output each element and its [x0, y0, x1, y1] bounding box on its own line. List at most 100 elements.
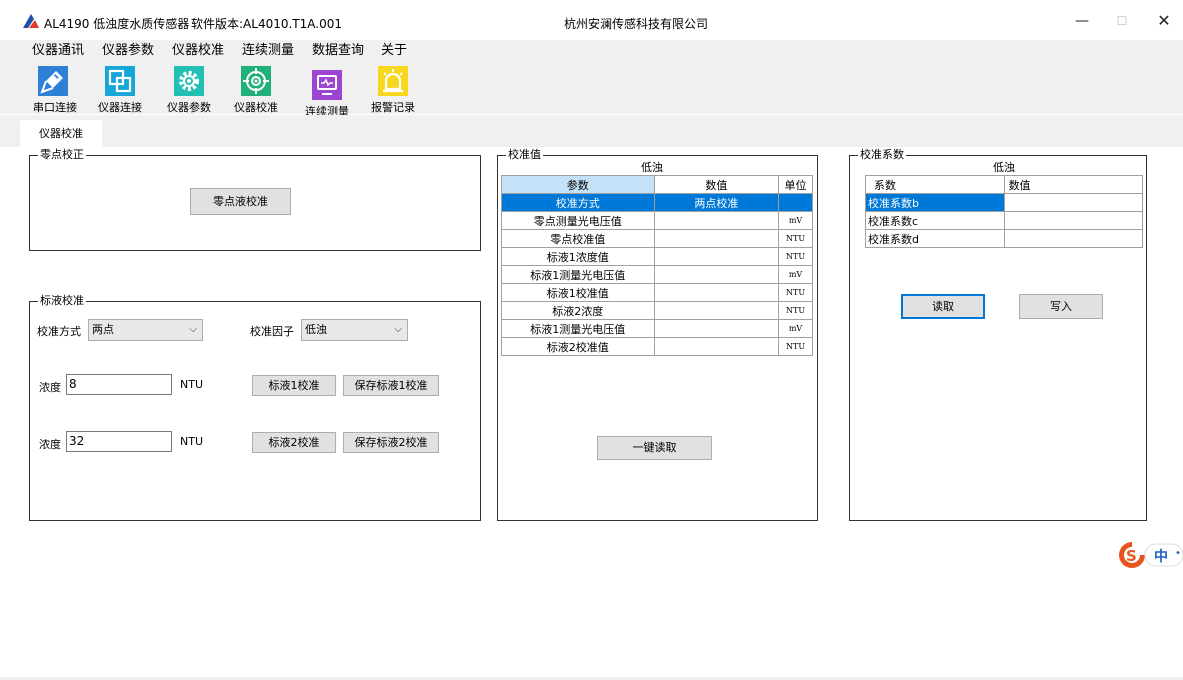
unit-cell: NTU [778, 283, 813, 302]
column-header-value[interactable]: 数值 [1003, 175, 1144, 194]
zero-calibration-title: 零点校正 [38, 148, 86, 162]
column-header-unit[interactable]: 单位 [778, 175, 813, 194]
concentration1-unit: NTU [180, 378, 203, 391]
sogou-logo-icon: S [1119, 542, 1183, 568]
tab-instrument-calibration[interactable]: 仪器校准 [20, 120, 102, 147]
write-coefficients-button[interactable]: 写入 [1019, 294, 1103, 319]
save-standard1-calibration-button[interactable]: 保存标液1校准 [343, 375, 439, 396]
value-cell [653, 319, 780, 338]
table-row[interactable]: 校准系数d [865, 229, 1144, 248]
table-header-row: 系数 数值 [865, 175, 1144, 194]
zero-solution-calibrate-button[interactable]: 零点液校准 [190, 188, 291, 215]
column-header-value[interactable]: 数值 [653, 175, 780, 194]
standard-calibration-title: 标液校准 [38, 294, 86, 308]
tool-alarm-records[interactable]: 报警记录 [370, 66, 416, 114]
plug-icon [38, 66, 68, 96]
param-cell: 校准方式 [501, 193, 655, 212]
concentration1-input[interactable]: 8 [66, 374, 172, 395]
column-header-coefficient[interactable]: 系数 [865, 175, 1005, 194]
standard2-calibrate-button[interactable]: 标液2校准 [252, 432, 336, 453]
coefficient-name-cell: 校准系数d [865, 229, 1005, 248]
tab-bar: 仪器校准 [0, 115, 1183, 147]
table-row[interactable]: 标液2校准值 NTU [501, 337, 813, 356]
param-cell: 标液2浓度 [501, 301, 655, 320]
table-row[interactable]: 标液1校准值 NTU [501, 283, 813, 302]
save-standard2-calibration-button[interactable]: 保存标液2校准 [343, 432, 439, 453]
chevron-down-icon: ⌵ [189, 324, 197, 335]
table-row[interactable]: 校准系数c [865, 211, 1144, 230]
minimize-button[interactable]: — [1067, 8, 1097, 34]
menu-continuous-measure[interactable]: 连续测量 [242, 42, 294, 60]
unit-cell: mV [778, 265, 813, 284]
param-cell: 标液1浓度值 [501, 247, 655, 266]
menu-data-query[interactable]: 数据查询 [312, 42, 364, 60]
param-cell: 标液1测量光电压值 [501, 265, 655, 284]
tool-device-calibration-label: 仪器校准 [234, 101, 278, 114]
tool-device-params-label: 仪器参数 [167, 101, 211, 114]
calibration-method-label: 校准方式 [37, 325, 81, 338]
value-cell [653, 283, 780, 302]
concentration1-label: 浓度 [39, 381, 61, 394]
coefficient-value-cell[interactable] [1003, 229, 1144, 248]
tool-device-connect-label: 仪器连接 [98, 101, 142, 114]
value-cell [653, 301, 780, 320]
unit-cell: NTU [778, 337, 813, 356]
coefficient-value-cell[interactable] [1003, 211, 1144, 230]
value-cell [653, 247, 780, 266]
table-row[interactable]: 零点测量光电压值 mV [501, 211, 813, 230]
maximize-button[interactable]: ☐ [1107, 8, 1137, 34]
menu-instrument-params[interactable]: 仪器参数 [102, 42, 154, 60]
calibration-method-select[interactable]: 两点 ⌵ [88, 319, 203, 341]
coefficient-name-cell: 校准系数b [865, 193, 1005, 212]
device-link-icon [105, 66, 135, 96]
table-row[interactable]: 标液1测量光电压值 mV [501, 265, 813, 284]
menu-bar: 仪器通讯 仪器参数 仪器校准 连续测量 数据查询 关于 [0, 40, 1183, 62]
chevron-down-icon: ⌵ [394, 324, 402, 335]
menu-instrument-comm[interactable]: 仪器通讯 [32, 42, 84, 60]
calibration-coefficients-table[interactable]: 系数 数值 校准系数b 校准系数c 校准系数d [865, 175, 1144, 248]
column-header-param[interactable]: 参数 [501, 175, 655, 194]
unit-cell [778, 193, 813, 212]
calibration-factor-select[interactable]: 低浊 ⌵ [301, 319, 408, 341]
tool-device-params[interactable]: 仪器参数 [166, 66, 212, 114]
calibration-values-table[interactable]: 参数 数值 单位 校准方式 两点校准 零点测量光电压值 mV 零点校准值 NTU… [501, 175, 813, 356]
table-row[interactable]: 校准方式 两点校准 [501, 193, 813, 212]
ime-mode-icon: • [1175, 548, 1181, 559]
calibration-factor-value: 低浊 [305, 323, 327, 336]
alarm-icon [378, 66, 408, 96]
zero-calibration-group: 零点校正 零点液校准 [29, 148, 481, 251]
value-cell [653, 337, 780, 356]
title-bar: AL4190 低浊度水质传感器 软件版本:AL4010.T1A.001 杭州安澜… [0, 0, 1183, 40]
tool-device-calibration[interactable]: 仪器校准 [233, 66, 279, 114]
tool-device-connect[interactable]: 仪器连接 [97, 66, 143, 114]
table-row[interactable]: 标液2浓度 NTU [501, 301, 813, 320]
read-all-button[interactable]: 一键读取 [597, 436, 712, 460]
tool-continuous-measure[interactable]: 连续测量 [304, 66, 350, 118]
coefficient-value-cell[interactable] [1003, 193, 1144, 212]
param-cell: 标液1校准值 [501, 283, 655, 302]
menu-about[interactable]: 关于 [381, 42, 407, 60]
calibration-method-value: 两点 [92, 323, 114, 336]
table-row[interactable]: 标液1测量光电压值 mV [501, 319, 813, 338]
close-button[interactable]: ✕ [1149, 8, 1179, 34]
param-cell: 标液1测量光电压值 [501, 319, 655, 338]
standard-calibration-group: 标液校准 校准方式 两点 ⌵ 校准因子 低浊 ⌵ 浓度 8 NTU 标液1校准 … [29, 294, 481, 521]
standard1-calibrate-button[interactable]: 标液1校准 [252, 375, 336, 396]
table-row[interactable]: 零点校准值 NTU [501, 229, 813, 248]
monitor-icon [312, 70, 342, 100]
table-header-row: 参数 数值 单位 [501, 175, 813, 194]
software-version: 软件版本:AL4010.T1A.001 [191, 17, 342, 31]
company-name: 杭州安澜传感科技有限公司 [564, 17, 709, 31]
param-cell: 标液2校准值 [501, 337, 655, 356]
menu-instrument-calibration[interactable]: 仪器校准 [172, 42, 224, 60]
table-row[interactable]: 校准系数b [865, 193, 1144, 212]
unit-cell: NTU [778, 301, 813, 320]
concentration2-input[interactable]: 32 [66, 431, 172, 452]
value-cell [653, 211, 780, 230]
unit-cell: NTU [778, 247, 813, 266]
table-row[interactable]: 标液1浓度值 NTU [501, 247, 813, 266]
ime-language: 中 [1154, 549, 1168, 565]
ime-indicator[interactable]: S 中 • [1117, 540, 1183, 570]
tool-serial-connect[interactable]: 串口连接 [32, 66, 78, 114]
read-coefficients-button[interactable]: 读取 [901, 294, 985, 319]
